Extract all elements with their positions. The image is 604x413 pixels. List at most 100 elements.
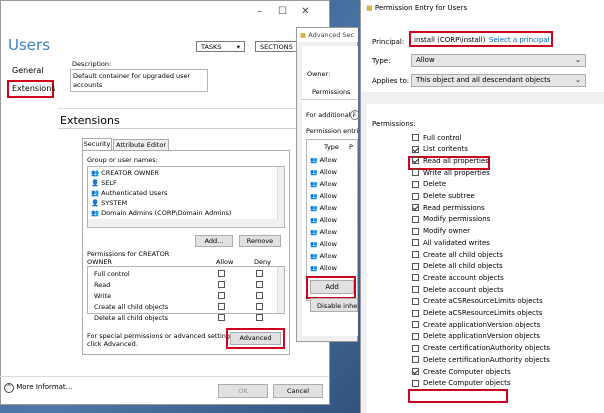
permission-checkbox[interactable] [412, 286, 419, 294]
close-icon[interactable]: ✕ [294, 6, 317, 17]
allow-checkbox[interactable] [218, 303, 225, 310]
vertical-scrollbar[interactable] [277, 267, 284, 313]
permission-row[interactable]: Create Computer objects [412, 366, 511, 377]
table-row[interactable]: 👥 Allow [310, 264, 337, 272]
special-note-2: click Advanced. [87, 340, 138, 348]
create-computer-objects-highlight [408, 389, 508, 403]
cancel-button[interactable]: Cancel [273, 384, 323, 398]
allow-checkbox[interactable] [218, 314, 225, 321]
tab-attribute-editor[interactable]: Attribute Editor [113, 139, 169, 150]
permission-row[interactable]: Delete [412, 179, 446, 190]
list-item[interactable]: 👥 Authenticated Users [91, 189, 167, 197]
permission-checkbox[interactable] [412, 251, 419, 258]
vertical-scrollbar[interactable] [277, 167, 284, 219]
permission-checkbox[interactable] [412, 379, 419, 387]
permission-checkbox[interactable] [412, 321, 419, 329]
list-item[interactable]: 👥 Domain Admins (CORP\Domain Admins) [91, 209, 231, 217]
allow-checkbox[interactable] [218, 270, 225, 277]
allow-checkbox[interactable] [218, 292, 225, 299]
permission-row[interactable]: Read permissions [412, 202, 485, 213]
permission-checkbox[interactable] [412, 180, 419, 188]
add-entry-button[interactable]: Add [310, 280, 354, 294]
table-row[interactable]: 👥 Allow [310, 228, 337, 236]
permission-row[interactable]: Delete all child objects [412, 261, 503, 272]
permission-row[interactable]: Delete subtree [412, 191, 475, 202]
list-item[interactable]: 👤 SELF [91, 179, 117, 187]
nav-general[interactable]: General [12, 66, 44, 75]
table-row[interactable]: 👥 Allow [310, 156, 337, 164]
permission-row[interactable]: Full control [412, 132, 461, 143]
disable-inheritance-button[interactable]: Disable inhe [310, 298, 358, 312]
permission-checkbox[interactable] [412, 169, 419, 177]
permission-label: Delete Computer objects [423, 379, 511, 388]
permission-row[interactable]: Create aCSResourceLimits objects [412, 296, 543, 307]
permission-row[interactable]: Delete account objects [412, 284, 504, 295]
perm-row-label: Delete all child objects [94, 314, 168, 322]
permission-checkbox[interactable] [412, 344, 419, 352]
table-row[interactable]: 👥 Allow [310, 168, 337, 176]
permission-row[interactable]: Create certificationAuthority objects [412, 343, 550, 354]
permission-row[interactable]: Create applicationVersion objects [412, 319, 540, 330]
description-field[interactable]: Default container for upgraded user acco… [70, 69, 208, 92]
permission-row[interactable]: List contents [412, 144, 468, 155]
table-row[interactable]: 👥 Allow [310, 192, 337, 200]
deny-checkbox[interactable] [256, 270, 263, 277]
permission-row[interactable]: Read all properties [412, 155, 489, 166]
permission-checkbox[interactable] [412, 297, 419, 305]
permission-checkbox[interactable] [412, 215, 419, 223]
deny-checkbox[interactable] [256, 314, 263, 321]
permission-checkbox[interactable] [412, 145, 419, 153]
permission-checkbox[interactable] [412, 356, 419, 364]
table-row[interactable]: 👥 Allow [310, 252, 337, 260]
table-row[interactable]: 👥 Allow [310, 216, 337, 224]
permission-row[interactable]: Delete applicationVersion objects [412, 331, 540, 342]
permission-checkbox[interactable] [412, 368, 419, 375]
allow-checkbox[interactable] [218, 281, 225, 288]
permission-row[interactable]: Delete aCSResourceLimits objects [412, 308, 542, 319]
applies-to-select[interactable]: This object and all descendant objects ⌄ [411, 74, 586, 87]
table-row[interactable]: 👥 Allow [310, 204, 337, 212]
permission-checkbox[interactable] [412, 157, 419, 165]
remove-button[interactable]: Remove [239, 235, 281, 247]
tab-security[interactable]: Security [82, 138, 112, 150]
permission-row[interactable]: Modify permissions [412, 214, 490, 225]
list-item[interactable]: 👥 CREATOR OWNER [91, 169, 159, 177]
permission-checkbox[interactable] [412, 262, 419, 270]
permission-row[interactable]: Create account objects [412, 272, 504, 283]
permission-row[interactable]: Modify owner [412, 226, 470, 237]
permission-checkbox[interactable] [412, 274, 419, 282]
sections-button[interactable]: SECTIONS [255, 41, 297, 52]
permissions-tab[interactable]: Permissions [302, 85, 358, 100]
permission-row[interactable]: All validated writes [412, 237, 490, 248]
row-type: Allow [319, 240, 337, 248]
permission-checkbox[interactable] [412, 239, 419, 247]
maximize-icon[interactable]: ☐ [271, 6, 294, 17]
permission-checkbox[interactable] [412, 192, 419, 200]
ok-button[interactable]: OK [218, 384, 268, 398]
deny-checkbox[interactable] [256, 292, 263, 299]
nav-extensions[interactable]: Extensions [12, 84, 55, 93]
advanced-button[interactable]: Advanced [230, 332, 281, 345]
deny-checkbox[interactable] [256, 303, 263, 310]
more-info-link[interactable]: ^ More Informat... [4, 383, 72, 393]
permission-checkbox[interactable] [412, 134, 419, 141]
list-item[interactable]: 👤 SYSTEM [91, 199, 127, 207]
add-button[interactable]: Add... [195, 235, 233, 247]
table-row[interactable]: 👥 Allow [310, 180, 337, 188]
table-row[interactable]: 👥 Allow [310, 240, 337, 248]
advanced-title: ■ Advanced Sec [300, 31, 354, 39]
permission-checkbox[interactable] [412, 227, 419, 235]
tasks-button[interactable]: TASKS ▾ [196, 41, 245, 52]
deny-checkbox[interactable] [256, 281, 263, 288]
minimize-icon[interactable]: – [248, 6, 271, 17]
select-principal-link[interactable]: Select a principal [489, 36, 550, 44]
permission-row[interactable]: Delete Computer objects [412, 378, 510, 389]
permission-checkbox[interactable] [412, 204, 419, 212]
type-select[interactable]: Allow ⌄ [411, 54, 586, 67]
permission-row[interactable]: Create all child objects [412, 249, 503, 260]
permission-checkbox[interactable] [412, 332, 419, 340]
permission-row[interactable]: Delete certificationAuthority objects [412, 354, 550, 365]
permission-row[interactable]: Write all properties [412, 167, 490, 178]
permission-checkbox[interactable] [412, 309, 419, 317]
horizontal-scrollbar[interactable] [88, 219, 284, 227]
